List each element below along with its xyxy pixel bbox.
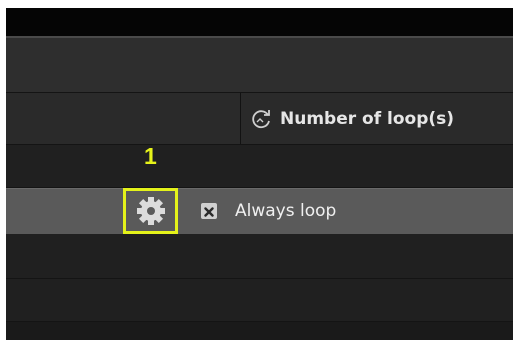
close-icon [204, 202, 214, 221]
always-loop-checkbox[interactable] [201, 203, 217, 219]
top-toolbar [6, 8, 513, 38]
loop-column-header[interactable]: Number of loop(s) [248, 93, 454, 144]
app-panel: Number of loop(s) 1 Always loop [6, 8, 513, 340]
gear-icon [136, 196, 166, 226]
always-loop-label: Always loop [235, 200, 337, 221]
step-number-annotation: 1 [144, 143, 157, 169]
table-row [6, 234, 513, 279]
loop-column-header-label: Number of loop(s) [280, 108, 455, 129]
table-row [6, 322, 513, 340]
table-row [6, 145, 513, 188]
table-row [6, 279, 513, 322]
loop-icon [248, 106, 274, 132]
column-divider [240, 93, 241, 144]
settings-button[interactable] [123, 188, 178, 234]
header-row [6, 38, 513, 93]
